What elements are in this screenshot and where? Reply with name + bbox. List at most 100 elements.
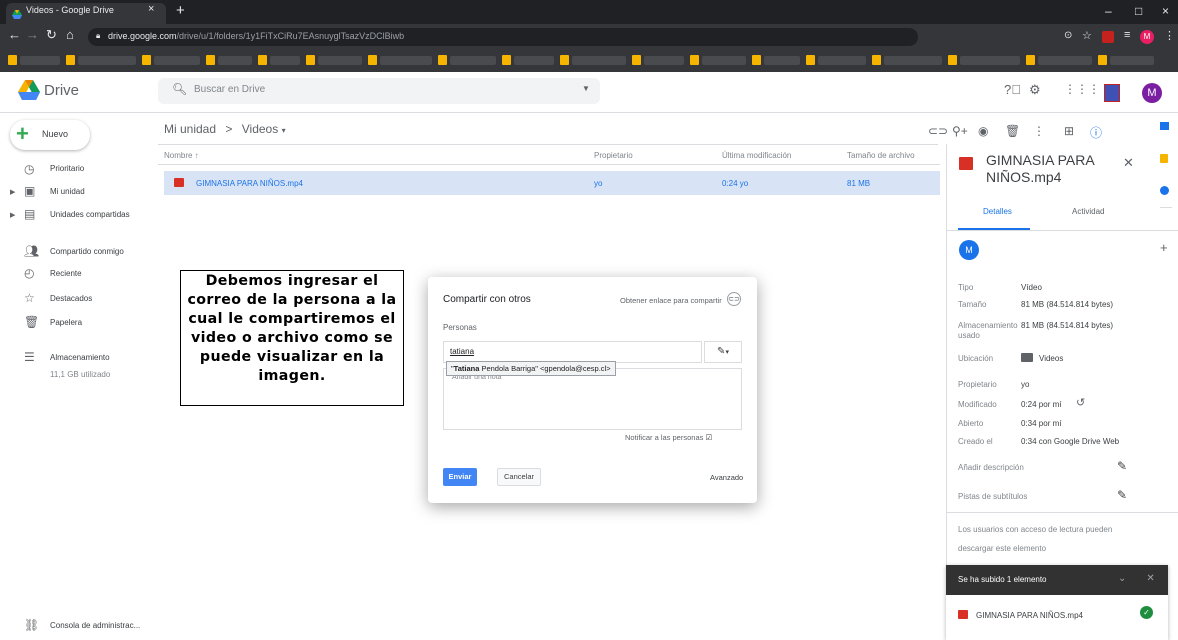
sidebar-item-compartido[interactable]: Compartido conmigo (50, 247, 124, 256)
bookmark-folder-icon[interactable] (306, 55, 315, 65)
search-options-icon[interactable]: ▼ (582, 84, 590, 93)
permission-dropdown[interactable]: ✎▾ (704, 341, 742, 363)
apps-grid-icon[interactable]: ⋮⋮⋮ (1064, 82, 1100, 96)
calendar-icon[interactable] (1160, 122, 1169, 130)
sidebar-item-prioritario[interactable]: Prioritario (50, 164, 84, 173)
sidebar-item-almacenamiento[interactable]: Almacenamiento (50, 353, 110, 362)
bookmark-folder-icon[interactable] (806, 55, 815, 65)
help-icon[interactable]: ?⃝ (1004, 82, 1021, 97)
edit-pencil-icon[interactable]: ✎ (1117, 459, 1127, 473)
edit-pencil-icon[interactable]: ✎ (1117, 488, 1127, 502)
prop-value[interactable]: Videos (1039, 354, 1063, 363)
sidebar-item-reciente[interactable]: Reciente (50, 269, 82, 278)
reload-icon[interactable]: ↻ (46, 27, 57, 43)
admin-console-link[interactable]: Consola de administrac... (50, 621, 140, 630)
bookmark-item[interactable] (218, 56, 252, 65)
grid-view-icon[interactable]: ⊞ (1064, 124, 1074, 138)
add-description-label[interactable]: Añadir descripción (958, 463, 1024, 472)
bookmark-folder-icon[interactable] (438, 55, 447, 65)
search-icon[interactable]: 🔍︎ (172, 82, 187, 96)
bookmark-item[interactable] (318, 56, 362, 65)
bookmark-folder-icon[interactable] (1026, 55, 1035, 65)
bookmark-folder-icon[interactable] (632, 55, 641, 65)
send-button[interactable]: Enviar (443, 468, 477, 486)
bookmark-folder-icon[interactable] (368, 55, 377, 65)
bookmark-folder-icon[interactable] (948, 55, 957, 65)
trash-icon[interactable]: 🗑︎ (1005, 124, 1020, 138)
forward-icon[interactable]: → (26, 27, 39, 42)
collapse-icon[interactable]: ⌄ (1118, 573, 1126, 584)
breadcrumb-root[interactable]: Mi unidad (164, 122, 216, 136)
bookmark-folder-icon[interactable] (258, 55, 267, 65)
add-person-icon[interactable]: ⚲+ (952, 124, 968, 138)
preview-eye-icon[interactable]: ◉ (978, 124, 988, 138)
info-icon[interactable]: ⓘ (1090, 124, 1102, 141)
bookmark-folder-icon[interactable] (502, 55, 511, 65)
close-icon[interactable]: ✕ (1123, 155, 1134, 171)
bookmark-item[interactable] (154, 56, 200, 65)
get-link-button[interactable]: Obtener enlace para compartir (620, 296, 722, 305)
bookmark-item[interactable] (1110, 56, 1154, 65)
column-name[interactable]: Nombre ↑ (164, 151, 199, 160)
browser-menu-icon[interactable]: ⋮ (1164, 29, 1175, 42)
file-name[interactable]: GIMNASIA PARA NIÑOS.mp4 (196, 179, 303, 188)
extension-icon[interactable] (1102, 31, 1114, 43)
account-avatar[interactable]: M (1142, 83, 1162, 103)
uploaded-file-name[interactable]: GIMNASIA PARA NIÑOS.mp4 (976, 611, 1083, 620)
bookmark-folder-icon[interactable] (206, 55, 215, 65)
bookmark-folder-icon[interactable] (560, 55, 569, 65)
tab-detalles[interactable]: Detalles (983, 207, 1012, 216)
subtitles-label[interactable]: Pistas de subtítulos (958, 492, 1027, 501)
sidebar-item-papelera[interactable]: Papelera (50, 318, 82, 327)
more-options-icon[interactable]: ⋮ (1033, 124, 1045, 138)
organization-logo-icon[interactable] (1104, 84, 1120, 102)
bookmark-folder-icon[interactable] (1098, 55, 1107, 65)
minimize-icon[interactable]: – (1105, 4, 1112, 18)
breadcrumb-current[interactable]: Videos (242, 122, 278, 136)
sidebar-item-mi-unidad[interactable]: Mi unidad (50, 187, 85, 196)
bookmark-folder-icon[interactable] (142, 55, 151, 65)
history-icon[interactable]: ↺ (1076, 396, 1085, 409)
link-icon[interactable]: ⊂⊃ (727, 292, 741, 306)
target-icon[interactable]: ⊙ (1064, 30, 1072, 41)
bookmark-item[interactable] (644, 56, 684, 65)
bookmark-folder-icon[interactable] (66, 55, 75, 65)
tab-close-icon[interactable]: × (148, 3, 154, 15)
column-size[interactable]: Tamaño de archivo (847, 151, 915, 160)
close-window-icon[interactable]: × (1162, 4, 1169, 18)
bookmark-item[interactable] (884, 56, 942, 65)
checkbox-checked-icon[interactable]: ☑ (705, 433, 712, 442)
bookmark-item[interactable] (702, 56, 746, 65)
chevron-down-icon[interactable]: ▾ (282, 126, 286, 135)
column-owner[interactable]: Propietario (594, 151, 633, 160)
keep-icon[interactable] (1160, 154, 1168, 163)
bookmark-folder-icon[interactable] (752, 55, 761, 65)
home-icon[interactable]: ⌂ (66, 27, 74, 42)
expand-arrow-icon[interactable]: ▶ (10, 211, 15, 219)
advanced-link[interactable]: Avanzado (710, 473, 743, 482)
drive-app-name[interactable]: Drive (44, 82, 79, 99)
settings-gear-icon[interactable]: ⚙ (1029, 82, 1041, 98)
cancel-button[interactable]: Cancelar (497, 468, 541, 486)
back-icon[interactable]: ← (8, 27, 21, 42)
sidebar-item-unidades-compartidas[interactable]: Unidades compartidas (50, 210, 130, 219)
expand-arrow-icon[interactable]: ▶ (10, 188, 15, 196)
bookmark-item[interactable] (380, 56, 432, 65)
playlist-icon[interactable]: ≡ (1124, 29, 1130, 41)
bookmark-item[interactable] (572, 56, 626, 65)
bookmark-item[interactable] (20, 56, 60, 65)
bookmark-folder-icon[interactable] (8, 55, 17, 65)
link-icon[interactable]: ⊂⊃ (928, 124, 948, 138)
sidebar-item-destacados[interactable]: Destacados (50, 294, 92, 303)
bookmark-item[interactable] (818, 56, 866, 65)
add-addon-icon[interactable]: + (1160, 240, 1168, 255)
new-tab-icon[interactable]: + (176, 2, 185, 19)
bookmark-item[interactable] (764, 56, 800, 65)
bookmark-folder-icon[interactable] (690, 55, 699, 65)
tasks-icon[interactable] (1160, 186, 1169, 195)
drive-logo-icon[interactable] (18, 80, 40, 105)
bookmark-item[interactable] (1038, 56, 1092, 65)
bookmark-item[interactable] (514, 56, 554, 65)
contact-suggestion[interactable]: "Tatiana Pendola Barriga" <gpendola@cesp… (446, 361, 616, 376)
close-icon[interactable]: ✕ (1146, 573, 1154, 584)
